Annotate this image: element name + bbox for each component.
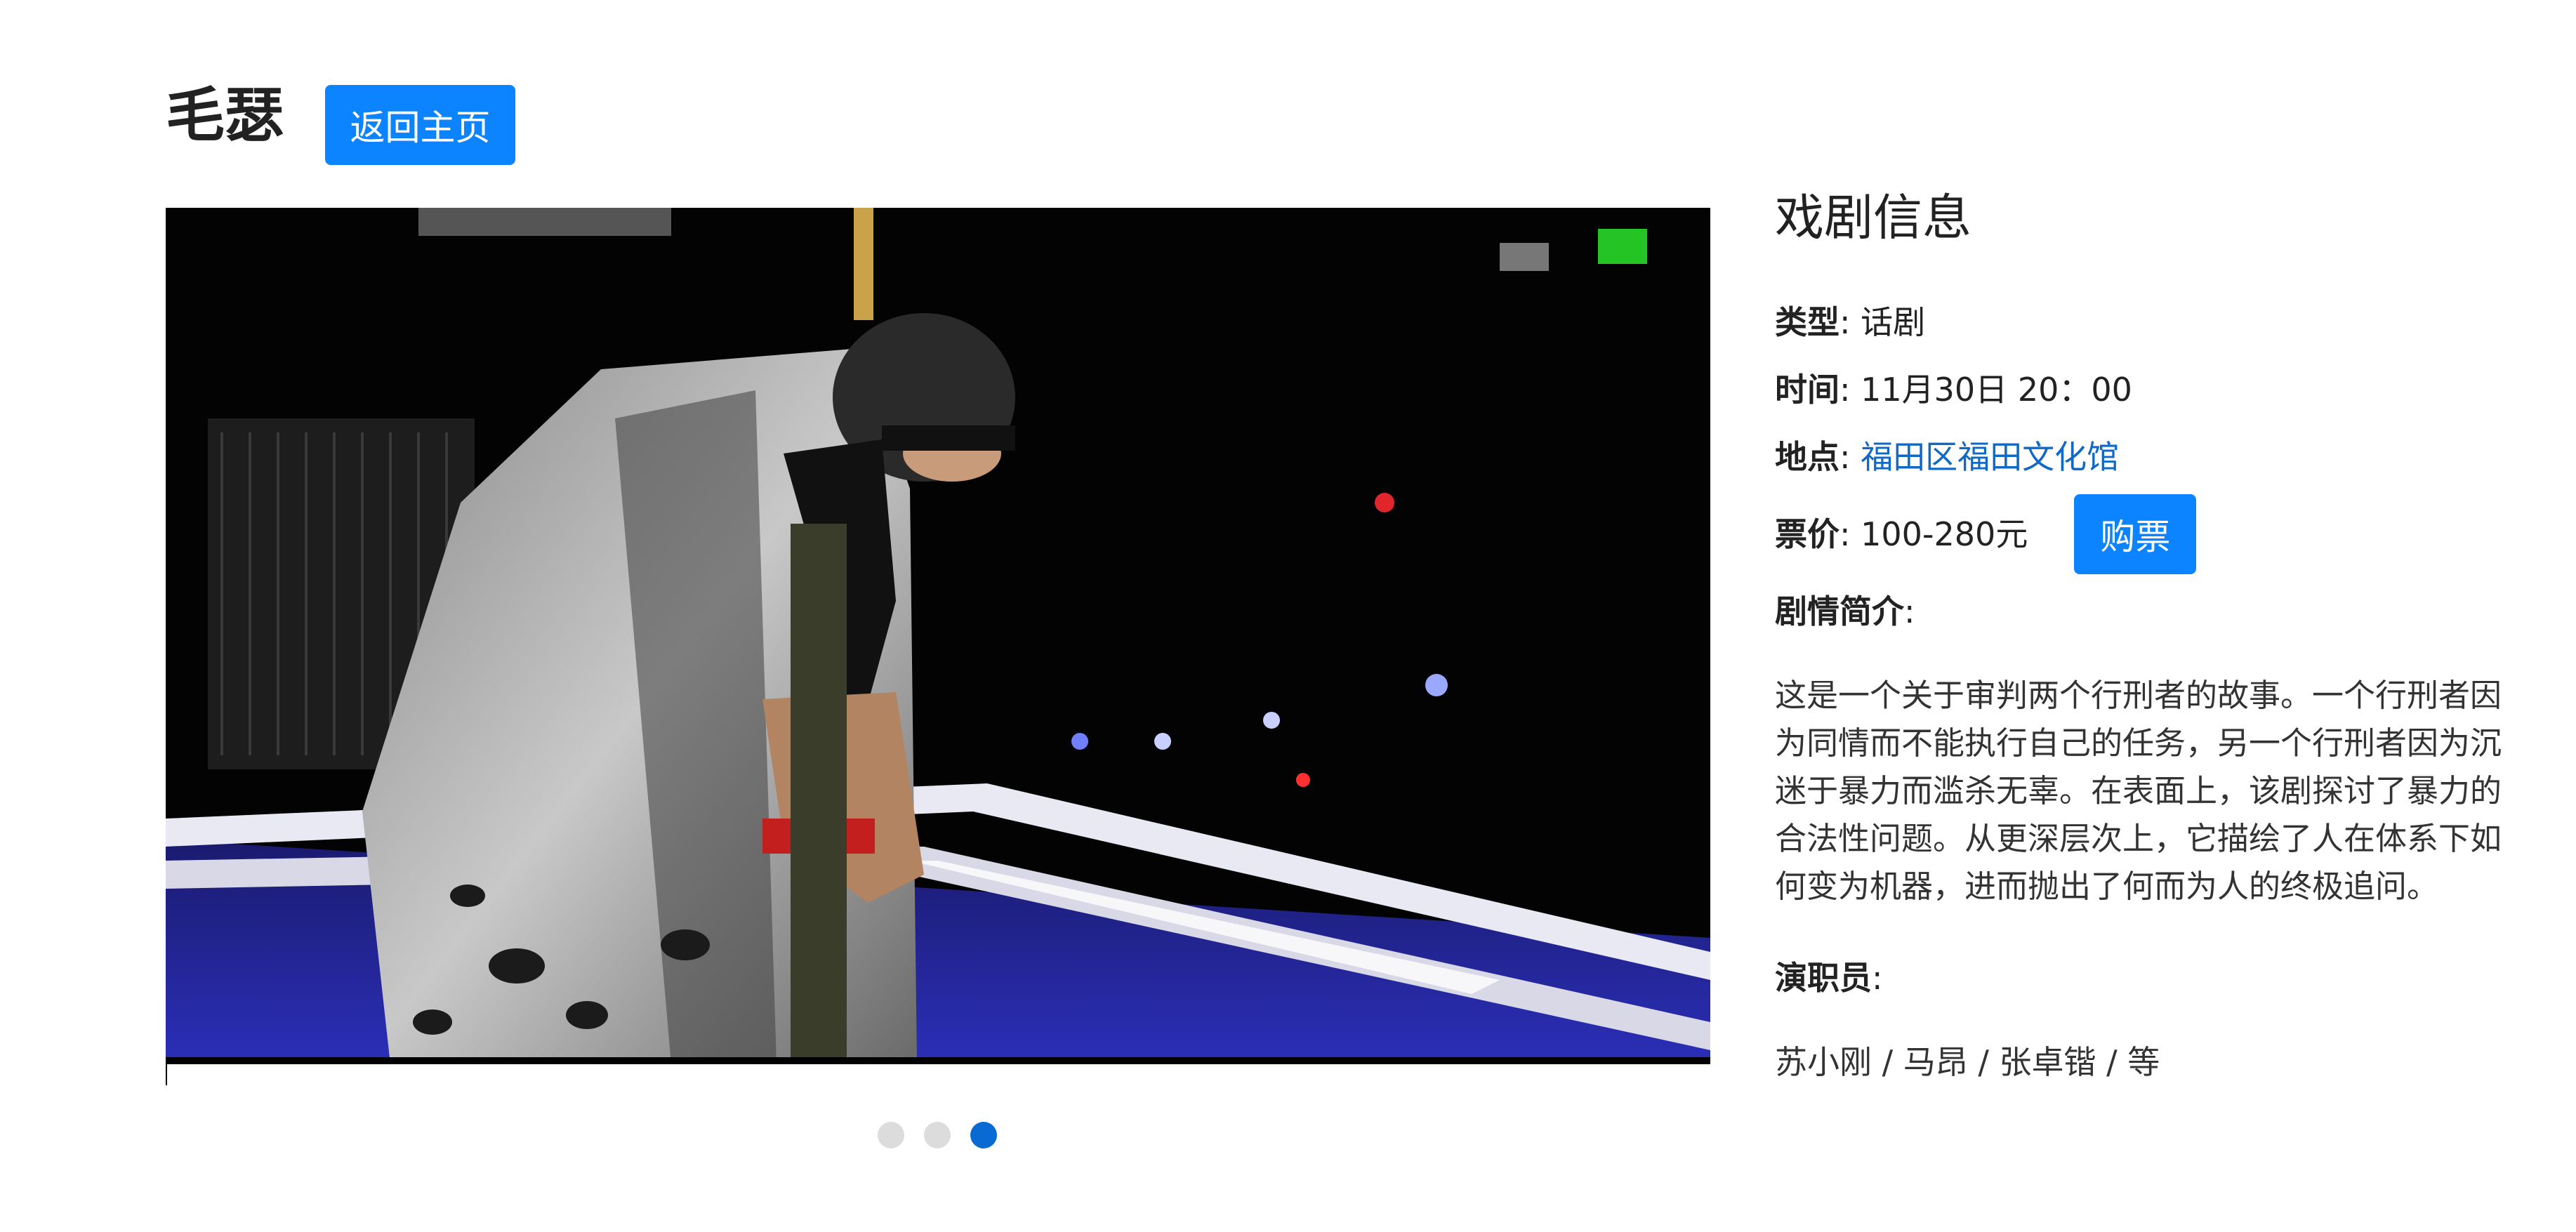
synopsis-label-row: 剧情简介: <box>1775 578 2519 645</box>
cast-value: 苏小刚 / 马昂 / 张卓锴 / 等 <box>1775 1043 2160 1081</box>
page-title: 毛瑟 <box>166 81 284 150</box>
cast-label: 演职员 <box>1775 958 1872 997</box>
cast-label-row: 演职员: <box>1775 944 2519 1012</box>
carousel-indicator-3[interactable] <box>970 1122 997 1148</box>
info-heading: 戏剧信息 <box>1775 189 1971 246</box>
time-value: 11月30日 20：00 <box>1861 370 2132 409</box>
genre-row: 类型: 话剧 <box>1775 289 2519 356</box>
genre-value: 话剧 <box>1861 303 1926 341</box>
stage-photo <box>166 208 1710 1064</box>
synopsis-text: 这是一个关于审判两个行刑者的故事。一个行刑者因为同情而不能执行自己的任务，另一个… <box>1775 677 2502 905</box>
carousel-indicator-2[interactable] <box>924 1122 951 1148</box>
home-button[interactable]: 返回主页 <box>325 85 515 165</box>
time-row: 时间: 11月30日 20：00 <box>1775 356 2519 423</box>
venue-link[interactable]: 福田区福田文化馆 <box>1861 433 2119 482</box>
venue-row: 地点: 福田区福田文化馆 <box>1775 423 2519 491</box>
synopsis-label: 剧情简介 <box>1775 592 1904 630</box>
price-value: 100-280元 <box>1861 515 2028 553</box>
price-label: 票价 <box>1775 515 1839 553</box>
carousel-indicator-1[interactable] <box>878 1122 904 1148</box>
play-info-panel: 戏剧信息 类型: 话剧 时间: 11月30日 20：00 地点: 福田区福田文化… <box>1775 181 2519 1087</box>
venue-label: 地点 <box>1775 437 1839 476</box>
genre-label: 类型 <box>1775 303 1839 341</box>
price-row: 票价: 100-280元 购票 <box>1775 491 2519 578</box>
carousel-indicators <box>878 1122 997 1148</box>
buy-ticket-button[interactable]: 购票 <box>2074 494 2197 574</box>
time-label: 时间 <box>1775 370 1839 409</box>
carousel-edge <box>166 1064 167 1085</box>
carousel[interactable] <box>166 208 1710 1064</box>
